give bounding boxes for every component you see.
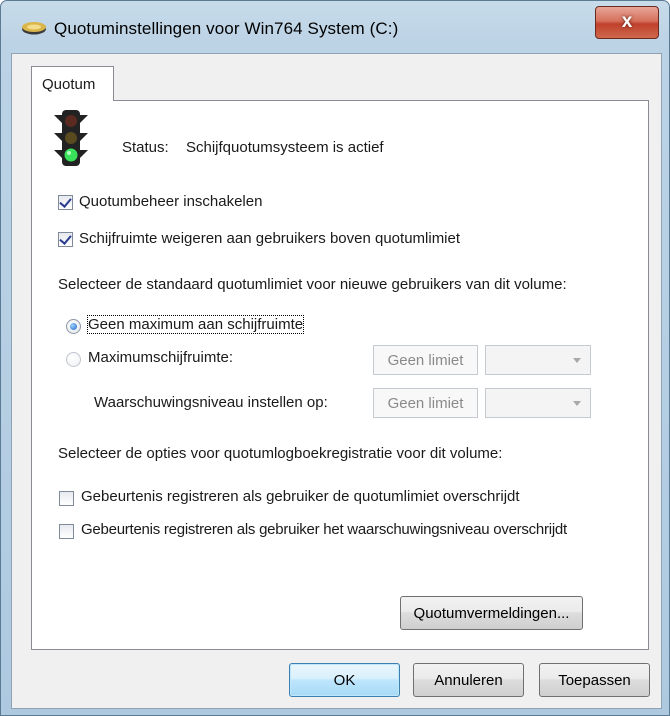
chevron-down-icon <box>573 358 581 363</box>
title-bar[interactable]: Quotuminstellingen voor Win764 System (C… <box>1 1 669 53</box>
enable-quota-label[interactable]: Quotumbeheer inschakelen <box>79 193 262 210</box>
apply-label: Toepassen <box>558 672 631 689</box>
no-limit-radio[interactable] <box>66 319 81 334</box>
no-limit-label[interactable]: Geen maximum aan schijfruimte <box>86 315 305 334</box>
dialog-window: Quotuminstellingen voor Win764 System (C… <box>0 0 670 716</box>
log-warning-checkbox[interactable] <box>59 524 74 539</box>
limit-to-radio[interactable] <box>66 352 81 367</box>
apply-button[interactable]: Toepassen <box>539 663 650 697</box>
cancel-label: Annuleren <box>434 672 503 689</box>
status-label: Status: <box>122 139 169 156</box>
drive-icon <box>22 22 46 35</box>
tab-label: Quotum <box>42 76 96 93</box>
log-warning-label[interactable]: Gebeurtenis registreren als gebruiker he… <box>81 521 567 538</box>
warning-value-text: Geen limiet <box>387 395 464 412</box>
limit-value-field[interactable]: Geen limiet <box>373 345 478 375</box>
limit-value-text: Geen limiet <box>387 352 464 369</box>
close-button[interactable]: x <box>595 6 659 39</box>
log-limit-label[interactable]: Gebeurtenis registreren als gebruiker de… <box>81 488 520 505</box>
limit-unit-dropdown[interactable] <box>485 345 591 375</box>
window-title: Quotuminstellingen voor Win764 System (C… <box>54 19 399 38</box>
enable-quota-checkbox[interactable] <box>58 195 73 210</box>
cancel-button[interactable]: Annuleren <box>413 663 524 697</box>
client-area: Quotum Status: Schijfquotumsysteem is ac… <box>11 53 662 709</box>
quota-entries-button[interactable]: Quotumvermeldingen... <box>400 596 583 630</box>
close-icon: x <box>621 11 633 32</box>
warning-value-field[interactable]: Geen limiet <box>373 388 478 418</box>
traffic-light-icon <box>54 110 88 166</box>
status-value: Schijfquotumsysteem is actief <box>186 139 384 156</box>
limit-to-label[interactable]: Maximumschijfruimte: <box>88 349 233 366</box>
deny-space-checkbox[interactable] <box>58 232 73 247</box>
logging-heading: Selecteer de opties voor quotumlogboekre… <box>58 445 503 462</box>
log-limit-checkbox[interactable] <box>59 491 74 506</box>
default-limit-heading: Selecteer de standaard quotumlimiet voor… <box>58 276 567 293</box>
quota-entries-label: Quotumvermeldingen... <box>413 605 570 622</box>
tab-panel: Status: Schijfquotumsysteem is actief Qu… <box>31 100 649 650</box>
tab-quotum[interactable]: Quotum <box>31 66 114 101</box>
ok-button[interactable]: OK <box>289 663 400 697</box>
chevron-down-icon <box>573 401 581 406</box>
warning-level-label: Waarschuwingsniveau instellen op: <box>94 394 328 411</box>
deny-space-label[interactable]: Schijfruimte weigeren aan gebruikers bov… <box>79 230 460 247</box>
ok-label: OK <box>333 672 356 689</box>
warning-unit-dropdown[interactable] <box>485 388 591 418</box>
